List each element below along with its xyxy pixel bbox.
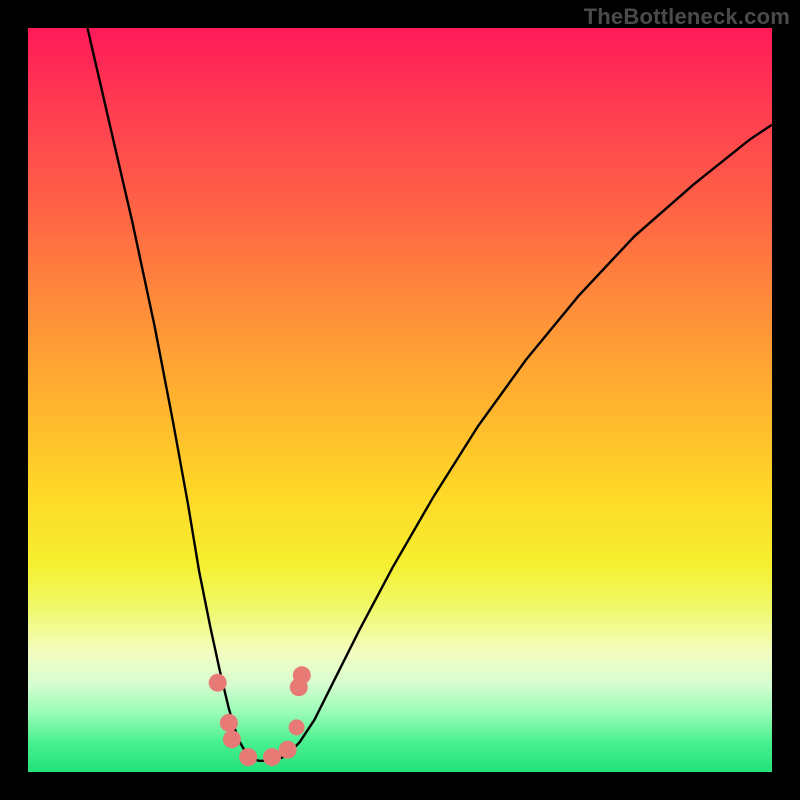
- watermark-text: TheBottleneck.com: [584, 4, 790, 30]
- curve-path: [88, 28, 773, 761]
- curve-markers: [209, 666, 311, 766]
- chart-frame: TheBottleneck.com: [0, 0, 800, 800]
- curve-marker: [209, 674, 227, 692]
- gradient-plot-area: [28, 28, 772, 772]
- curve-marker: [289, 719, 305, 735]
- curve-marker: [223, 730, 241, 748]
- bottleneck-curve-svg: [28, 28, 772, 772]
- curve-marker: [220, 714, 238, 732]
- curve-marker: [239, 748, 257, 766]
- curve-marker: [279, 741, 297, 759]
- curve-marker: [293, 666, 311, 684]
- curve-marker: [263, 748, 281, 766]
